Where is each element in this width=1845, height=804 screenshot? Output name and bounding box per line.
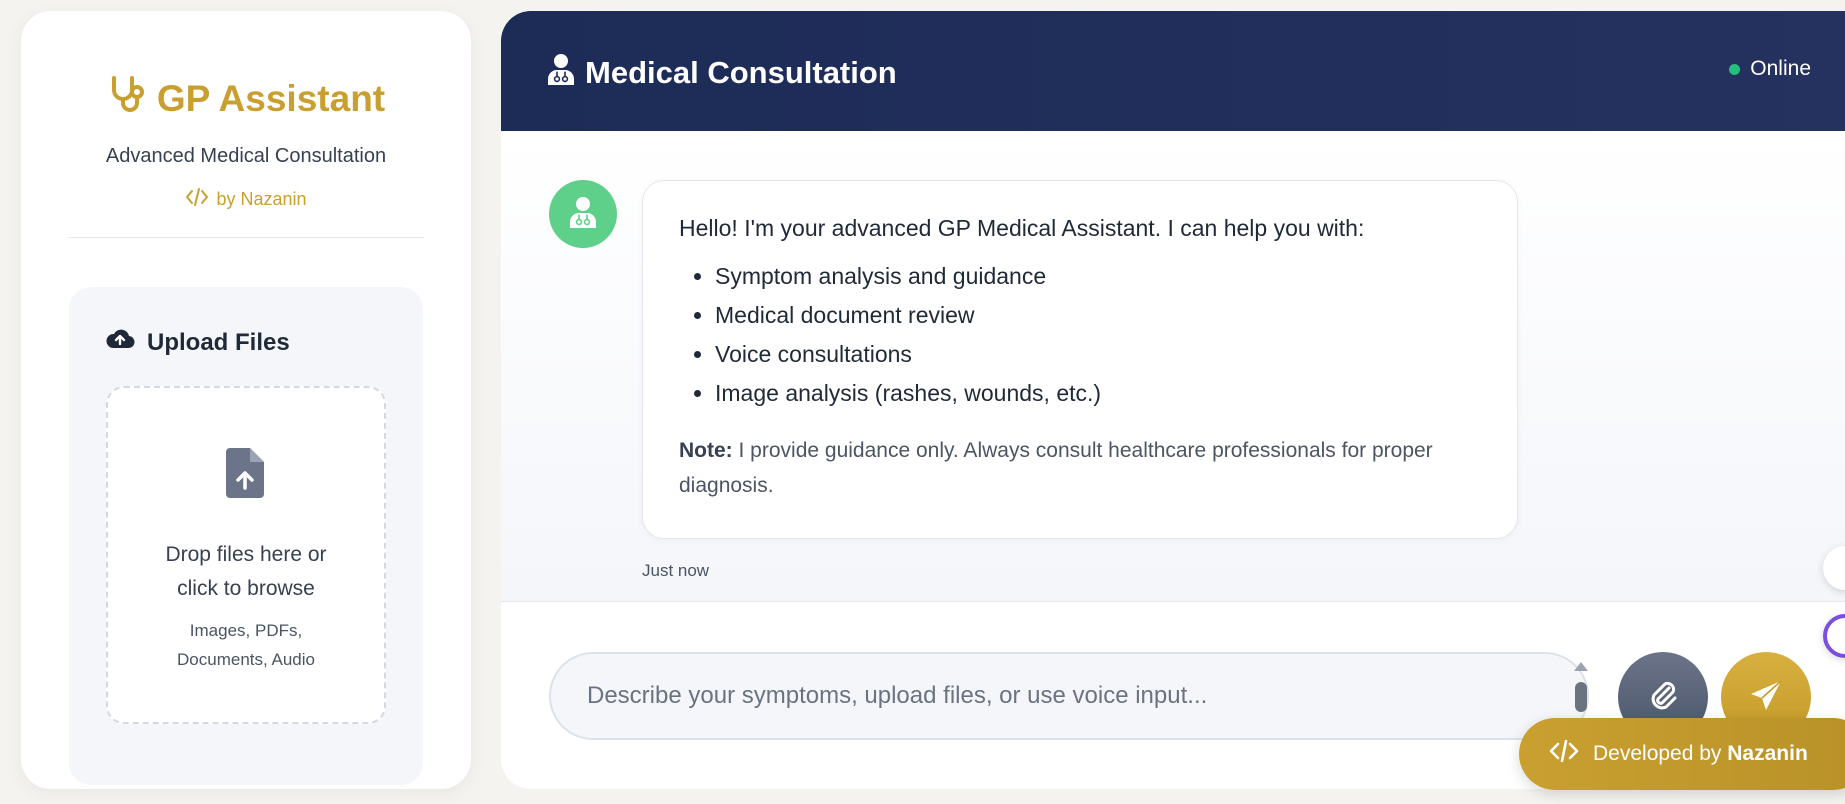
avatar <box>549 180 617 248</box>
chat-header: Medical Consultation Online <box>501 11 1845 131</box>
upload-panel: Upload Files Drop files here or click to… <box>69 287 423 785</box>
capability-list: Symptom analysis and guidance Medical do… <box>679 257 1481 413</box>
list-item: Symptom analysis and guidance <box>715 257 1481 296</box>
status-text: Online <box>1750 57 1811 80</box>
stethoscope-icon <box>107 73 149 124</box>
doctor-icon <box>547 53 575 93</box>
dropzone-hint: Images, PDFs, Documents, Audio <box>177 621 315 669</box>
status-dot <box>1729 63 1741 75</box>
brand-by-text: by Nazanin <box>216 189 307 209</box>
message-timestamp: Just now <box>642 561 710 580</box>
message-note: Note: I provide guidance only. Always co… <box>679 433 1481 503</box>
paper-plane-icon <box>1749 679 1783 716</box>
sidebar-divider <box>68 237 424 238</box>
note-text: I provide guidance only. Always consult … <box>679 439 1433 497</box>
brand-subtitle: Advanced Medical Consultation <box>105 145 387 167</box>
upload-title: Upload Files <box>105 327 290 358</box>
paperclip-icon <box>1646 679 1680 716</box>
badge-name: Nazanin <box>1727 742 1808 765</box>
file-upload-icon <box>226 448 264 498</box>
doctor-icon <box>568 196 598 233</box>
chat-title: Medical Consultation <box>547 53 897 93</box>
message-list: Hello! I'm your advanced GP Medical Assi… <box>501 131 1845 601</box>
cloud-upload-icon <box>105 327 135 358</box>
scroll-up-icon[interactable] <box>1574 662 1588 671</box>
scroll-thumb[interactable] <box>1575 682 1587 712</box>
code-icon <box>185 188 209 211</box>
message-input[interactable] <box>549 652 1589 740</box>
brand-title: GP Assistant <box>21 73 471 124</box>
badge-prefix: Developed by <box>1593 742 1722 765</box>
file-dropzone[interactable]: Drop files here or click to browse Image… <box>106 386 386 724</box>
list-item: Voice consultations <box>715 335 1481 374</box>
message-intro: Hello! I'm your advanced GP Medical Assi… <box>679 215 1365 241</box>
assistant-message: Hello! I'm your advanced GP Medical Assi… <box>642 180 1518 539</box>
brand-title-text: GP Assistant <box>156 77 386 119</box>
list-item: Image analysis (rashes, wounds, etc.) <box>715 374 1481 413</box>
list-item: Medical document review <box>715 296 1481 335</box>
chat-panel: Medical Consultation Online Hello! I'm y… <box>501 11 1845 789</box>
chat-title-text: Medical Consultation <box>585 55 897 90</box>
brand-by: by Nazanin <box>21 188 471 211</box>
note-label: Note: <box>679 439 733 462</box>
developer-badge[interactable]: Developed by Nazanin <box>1519 718 1845 790</box>
status-indicator: Online <box>1729 57 1811 81</box>
sidebar: GP Assistant Advanced Medical Consultati… <box>21 11 471 789</box>
code-icon <box>1549 739 1579 768</box>
dropzone-text: Drop files here or click to browse <box>165 543 327 600</box>
badge-text: Developed by Nazanin <box>1593 742 1808 766</box>
upload-title-text: Upload Files <box>147 328 290 356</box>
